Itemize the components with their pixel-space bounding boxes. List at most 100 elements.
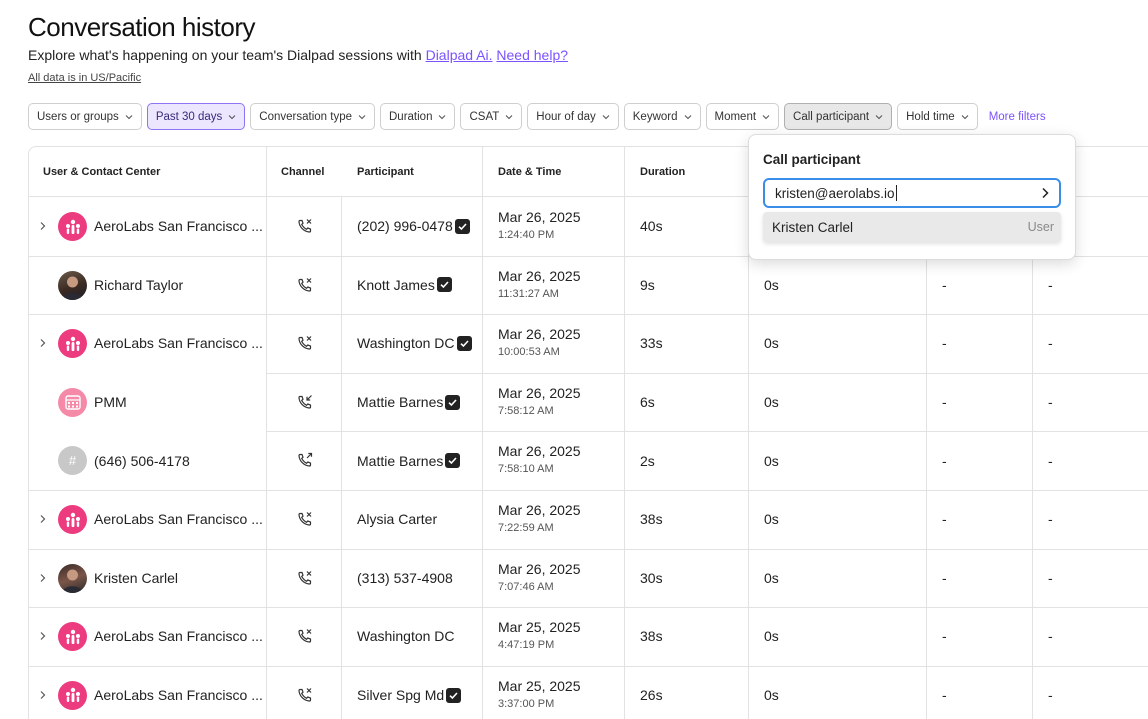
row-col5: 0s (764, 511, 779, 528)
filter-chip[interactable]: Hour of day (527, 103, 619, 130)
table-row[interactable]: Kristen Carlel (313) 537-4908 Mar 26, 2025… (29, 549, 1148, 608)
filter-chip[interactable]: Moment (705, 103, 780, 130)
row-participant-name: Silver Spg Md (357, 687, 445, 704)
missed-call-icon (298, 629, 312, 643)
row-participant[interactable]: Knott James (357, 256, 452, 315)
row-participant[interactable]: Mattie Barnes (357, 431, 461, 490)
chevron-down-icon (875, 114, 883, 119)
missed-call-icon (298, 687, 312, 702)
table-row[interactable]: PMM Mattie Barnes Mar 26, 2025 7:58:12 AM 6s… (29, 373, 1148, 432)
avatar (58, 563, 87, 593)
chevron-right-icon[interactable] (38, 690, 48, 700)
row-duration: 40s (640, 218, 663, 235)
chevron-right-icon[interactable] (38, 631, 48, 641)
chevron-right-icon[interactable] (38, 514, 48, 524)
row-duration: 6s (640, 394, 655, 411)
row-col6: - (942, 569, 947, 586)
col-header-user[interactable]: User & Contact Center (43, 166, 160, 178)
row-time: 7:58:12 AM (498, 404, 554, 417)
filter-chip-label: Conversation type (259, 110, 352, 123)
row-col7: - (1048, 452, 1053, 469)
timezone-note[interactable]: All data is in US/Pacific (28, 72, 141, 84)
chevron-right-icon[interactable] (38, 573, 48, 583)
filter-chip[interactable]: Keyword (623, 103, 701, 130)
participant-search-input[interactable]: kristen@aerolabs.io (763, 178, 1061, 208)
row-col5: 0s (764, 276, 779, 293)
filter-chip[interactable]: CSAT (460, 103, 523, 130)
chevron-right-icon[interactable] (38, 221, 48, 231)
row-datetime: Mar 25, 2025 3:37:00 PM (498, 678, 581, 710)
row-duration: 30s (640, 569, 663, 586)
table-row[interactable]: Richard Taylor Knott James Mar 26, 2025 11:… (29, 256, 1148, 315)
chevron-right-icon[interactable] (38, 338, 48, 348)
row-datetime: Mar 26, 2025 1:24:40 PM (498, 209, 581, 241)
row-participant[interactable]: (313) 537-4908 (357, 549, 453, 608)
filter-chip-label: Hour of day (536, 110, 596, 123)
chevron-down-icon (602, 114, 610, 119)
filter-chip[interactable]: Conversation type (250, 103, 375, 130)
filter-chip-label: Duration (389, 110, 433, 123)
row-user-name: (646) 506-4178 (94, 452, 190, 469)
col-header-datetime[interactable]: Date & Time (498, 166, 561, 178)
col-header-participant[interactable]: Participant (357, 166, 414, 178)
hash-icon: # (58, 446, 87, 476)
row-time: 1:24:40 PM (498, 229, 555, 241)
filter-chip[interactable]: Past 30 days (146, 103, 246, 130)
row-participant-name: Washington DC (357, 628, 455, 645)
filter-chip-label: Moment (714, 110, 757, 123)
table-row[interactable]: AeroLabs San Francisco ... Silver Spg Md M… (29, 666, 1148, 719)
participant-option[interactable]: Kristen Carlel User (763, 212, 1061, 242)
row-col7: - (1048, 394, 1053, 411)
contact-center-icon (58, 329, 87, 359)
row-date: Mar 26, 2025 (498, 209, 581, 225)
call-participant-popover: Call participant kristen@aerolabs.io Kri… (748, 134, 1076, 260)
row-participant[interactable]: Alysia Carter (357, 490, 437, 549)
verified-check-icon (445, 453, 461, 469)
row-datetime: Mar 26, 2025 7:58:10 AM (498, 443, 581, 475)
row-participant[interactable]: (202) 996-0478 (357, 197, 470, 256)
row-date: Mar 26, 2025 (498, 560, 581, 577)
more-filters-link[interactable]: More filters (989, 111, 1046, 123)
col-header-channel[interactable]: Channel (281, 166, 324, 178)
table-row[interactable]: AeroLabs San Francisco ... Washington DC M… (29, 314, 1148, 373)
row-participant[interactable]: Mattie Barnes (357, 373, 461, 432)
dialpad-ai-link[interactable]: Dialpad Ai. (426, 47, 493, 63)
row-time: 4:47:19 PM (498, 639, 555, 652)
filter-bar: Users or groups Past 30 days Conversation … (28, 103, 1046, 130)
filter-chip-label: Users or groups (37, 110, 119, 123)
row-duration: 9s (640, 276, 655, 293)
row-participant-name: Alysia Carter (357, 511, 438, 528)
row-col6: - (942, 335, 947, 352)
row-col7: - (1048, 335, 1053, 352)
need-help-link[interactable]: Need help? (496, 47, 568, 63)
chevron-right-icon[interactable] (1039, 187, 1051, 199)
avatar (58, 270, 87, 300)
table-row[interactable]: AeroLabs San Francisco ... Washington DC M… (29, 607, 1148, 666)
row-duration: 38s (640, 511, 663, 528)
filter-chip[interactable]: Hold time (897, 103, 978, 130)
filter-chip[interactable]: Duration (380, 103, 456, 130)
filter-chip[interactable]: Users or groups (28, 103, 142, 130)
row-participant[interactable]: Washington DC (357, 314, 472, 373)
chevron-down-icon (125, 114, 133, 119)
row-user-name: PMM (94, 394, 127, 411)
filter-chip[interactable]: Call participant (784, 103, 893, 130)
row-participant-name: Knott James (357, 276, 435, 293)
table-row[interactable]: AeroLabs San Francisco ... Alysia Carter M… (29, 490, 1148, 549)
participant-search-value: kristen@aerolabs.io (775, 185, 895, 201)
page-title: Conversation history (28, 12, 256, 42)
table-row[interactable]: # (646) 506-4178 Mattie Barnes Mar 26, 2025… (29, 431, 1148, 490)
missed-call-icon (298, 219, 312, 233)
verified-check-icon (456, 335, 472, 351)
row-date: Mar 26, 2025 (498, 443, 581, 460)
row-col5: 0s (764, 452, 779, 469)
popover-title: Call participant (763, 152, 861, 167)
col-header-duration[interactable]: Duration (640, 166, 685, 178)
row-date: Mar 26, 2025 (498, 384, 581, 401)
row-col6: - (942, 628, 947, 645)
column-divider (482, 147, 483, 719)
row-participant[interactable]: Washington DC (357, 607, 455, 666)
row-participant[interactable]: Silver Spg Md (357, 666, 462, 719)
row-date: Mar 26, 2025 (498, 267, 581, 284)
row-col7: - (1048, 276, 1053, 293)
